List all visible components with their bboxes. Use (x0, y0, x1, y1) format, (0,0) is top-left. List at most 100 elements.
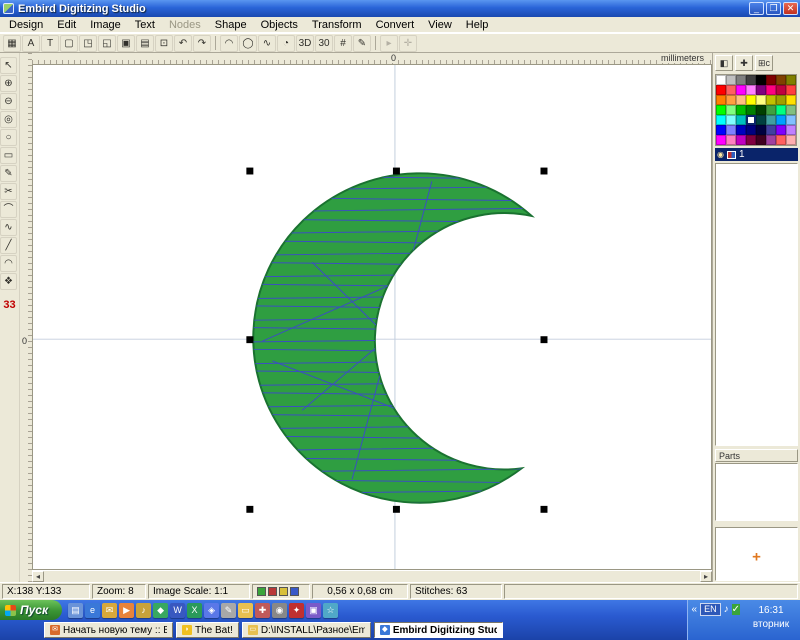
menu-item-transform[interactable]: Transform (305, 18, 369, 32)
task-thebat[interactable]: ◗The Bat! (176, 622, 239, 638)
quicklaunch-antivirus-icon[interactable]: ✦ (289, 603, 304, 618)
zoom-out-button[interactable]: ⊖ (0, 93, 17, 110)
minimize-button[interactable]: _ (749, 2, 764, 15)
selection-handle[interactable] (246, 506, 253, 513)
selection-handle[interactable] (541, 168, 548, 175)
antivirus-tray-icon[interactable]: ✓ (732, 604, 740, 615)
arc-tool-button[interactable]: ◠ (220, 35, 238, 52)
menu-item-shape[interactable]: Shape (208, 18, 254, 32)
circle-tool-button[interactable]: ◯ (239, 35, 257, 52)
visibility-icon[interactable]: ◉ (717, 150, 724, 159)
pencil-tool-button[interactable]: ✎ (0, 165, 17, 182)
selection-handle[interactable] (541, 506, 548, 513)
arc-tool-button[interactable]: ⌒ (0, 201, 17, 218)
palette-swatch[interactable] (716, 85, 726, 95)
palette-swatch[interactable] (736, 95, 746, 105)
quicklaunch-photo-editor-icon[interactable]: ◈ (204, 603, 219, 618)
wave-tool-button[interactable]: ∿ (0, 219, 17, 236)
knife-tool-button[interactable]: ✂ (0, 183, 17, 200)
palette-swatch[interactable] (786, 105, 796, 115)
objects-list[interactable] (715, 163, 798, 446)
rectangle-tool-button[interactable]: ▭ (0, 147, 17, 164)
menu-item-image[interactable]: Image (83, 18, 128, 32)
quicklaunch-archiver-icon[interactable]: ▣ (306, 603, 321, 618)
palette-swatch[interactable] (746, 105, 756, 115)
quicklaunch-media-player-icon[interactable]: ▶ (119, 603, 134, 618)
palette-swatch[interactable] (716, 125, 726, 135)
undo-button[interactable]: ↶ (174, 35, 192, 52)
palette-swatch[interactable] (776, 85, 786, 95)
column-mode-button[interactable]: ⊞c (755, 55, 773, 71)
redo-button[interactable]: ↷ (193, 35, 211, 52)
new-design-button[interactable]: ▢ (60, 35, 78, 52)
menu-item-nodes[interactable]: Nodes (162, 18, 208, 32)
selection-handle[interactable] (541, 336, 548, 343)
zoom-in-button[interactable]: ⊕ (0, 75, 17, 92)
palette-swatch[interactable] (736, 85, 746, 95)
palette-swatch[interactable] (756, 135, 766, 145)
close-button[interactable]: ✕ (783, 2, 798, 15)
palette-swatch[interactable] (766, 115, 776, 125)
print-design-button[interactable]: ▤ (136, 35, 154, 52)
palette-swatch[interactable] (726, 125, 736, 135)
edit-nodes-button[interactable]: ✎ (353, 35, 371, 52)
quicklaunch-paint-icon[interactable]: ✚ (255, 603, 270, 618)
selection-handle[interactable] (393, 168, 400, 175)
palette-swatch[interactable] (766, 125, 776, 135)
palette-swatch[interactable] (726, 135, 736, 145)
quicklaunch-cd-burner-icon[interactable]: ◉ (272, 603, 287, 618)
palette-swatch[interactable] (726, 75, 736, 85)
palette-swatch[interactable] (766, 85, 776, 95)
quicklaunch-show-desktop-icon[interactable]: ▤ (68, 603, 83, 618)
menu-item-view[interactable]: View (421, 18, 459, 32)
save-design-button[interactable]: ▣ (117, 35, 135, 52)
palette-swatch[interactable] (766, 105, 776, 115)
menu-item-design[interactable]: Design (2, 18, 50, 32)
palette-swatch[interactable] (756, 75, 766, 85)
palette-swatch[interactable] (776, 75, 786, 85)
volume-icon[interactable]: ♪ (724, 604, 729, 615)
add-color-button[interactable]: ✚ (735, 55, 753, 71)
selection-handle[interactable] (246, 336, 253, 343)
scroll-left-icon[interactable]: ◂ (32, 571, 44, 582)
palette-swatch[interactable] (786, 135, 796, 145)
parts-list[interactable] (715, 463, 798, 521)
palette-swatch[interactable] (716, 115, 726, 125)
collapse-chevron-icon[interactable]: « (692, 604, 698, 615)
quicklaunch-word-icon[interactable]: W (170, 603, 185, 618)
language-indicator[interactable]: EN (700, 603, 721, 616)
palette-swatch[interactable] (786, 115, 796, 125)
palette-swatch[interactable] (736, 115, 746, 125)
color-list-item[interactable]: ◉1 (715, 148, 798, 161)
palette-swatch[interactable] (776, 105, 786, 115)
curve-tool-button[interactable]: ◠ (0, 255, 17, 272)
quicklaunch-notepad-icon[interactable]: ✎ (221, 603, 236, 618)
quicklaunch-music-player-icon[interactable]: ♪ (136, 603, 151, 618)
monogram-button[interactable]: T (41, 35, 59, 52)
select-pointer-button[interactable]: ↖ (0, 57, 17, 74)
ellipse-tool-button[interactable]: ○ (0, 129, 17, 146)
menu-item-convert[interactable]: Convert (369, 18, 422, 32)
palette-swatch[interactable] (786, 125, 796, 135)
palette-swatch[interactable] (766, 95, 776, 105)
menu-item-help[interactable]: Help (459, 18, 496, 32)
palette-swatch[interactable] (776, 95, 786, 105)
wave-tool-button[interactable]: ∿ (258, 35, 276, 52)
magnifier-button[interactable]: ◎ (0, 111, 17, 128)
palette-swatch[interactable] (736, 125, 746, 135)
open-design-button[interactable]: ◳ (79, 35, 97, 52)
palette-swatch[interactable] (756, 95, 766, 105)
palette-swatch[interactable] (776, 115, 786, 125)
palette-swatch[interactable] (786, 75, 796, 85)
quicklaunch-excel-icon[interactable]: X (187, 603, 202, 618)
selection-handle[interactable] (393, 506, 400, 513)
palette-swatch[interactable] (746, 125, 756, 135)
grid-hash-button[interactable]: # (334, 35, 352, 52)
palette-swatch[interactable] (756, 85, 766, 95)
pie-tool-button[interactable]: ◔ (277, 35, 295, 52)
start-button[interactable]: Пуск (0, 600, 62, 620)
palette-swatch[interactable] (736, 75, 746, 85)
palette-swatch[interactable] (756, 105, 766, 115)
palette-swatch[interactable] (746, 85, 756, 95)
palette-swatch[interactable] (736, 105, 746, 115)
